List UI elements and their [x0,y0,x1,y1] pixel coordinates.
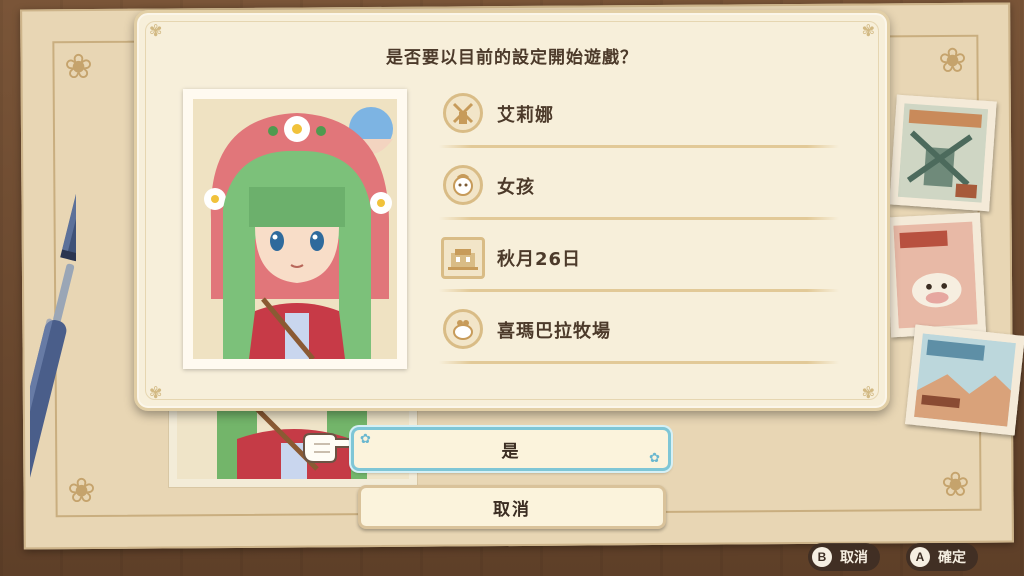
confirm-dialog: ✾ ✾ ✾ ✾ 是否要以目前的設定開始遊戲？ 艾莉娜 女孩 秋月26日 喜瑪巴拉… [134,10,890,411]
player-gender: 女孩 [497,177,535,198]
corner-flourish-icon: ✾ [149,21,163,40]
face-icon [443,165,483,205]
postage-stamp-windmill [889,94,997,212]
player-birthday: 秋月26日 [497,249,582,270]
sparkle-icon: ✿ [360,432,373,447]
corner-flourish-icon: ❀ [938,40,967,82]
dialog-title: 是否要以目前的設定開始遊戲？ [386,48,638,68]
yes-label: 是 [501,441,521,462]
row-divider [439,145,839,148]
info-row-gender: 女孩 [439,165,839,220]
postage-stamp-cow [884,212,987,338]
row-divider [439,289,839,292]
character-portrait-frame [183,89,407,369]
corner-flourish-icon: ✾ [861,21,875,40]
farm-name: 喜瑪巴拉牧場 [497,321,611,342]
corner-flourish-icon: ✾ [861,383,875,402]
b-button-icon: B [812,547,832,567]
postage-stamp-landscape [905,324,1024,436]
corner-flourish-icon: ❀ [64,46,93,88]
yes-button[interactable]: ✿ ✿ 是 [351,427,671,471]
cancel-label: 取消 [493,499,531,520]
b-cancel-hint[interactable]: B 取消 [808,543,880,571]
corner-flourish-icon: ❀ [941,464,970,506]
a-hint-label: 確定 [938,550,966,566]
farm-bag-icon [443,309,483,349]
row-divider [439,217,839,220]
info-row-birthday: 秋月26日 [439,237,839,292]
a-button-icon: A [910,547,930,567]
corner-flourish-icon: ✾ [149,383,163,402]
info-row-name: 艾莉娜 [439,93,839,148]
info-row-farm: 喜瑪巴拉牧場 [439,309,839,364]
sparkle-icon: ✿ [649,451,662,466]
a-confirm-hint[interactable]: A 確定 [906,543,978,571]
fountain-pen-icon [30,160,76,516]
windmill-icon [443,93,483,133]
b-hint-label: 取消 [840,550,868,566]
calendar-building-icon [441,237,485,279]
pointing-hand-cursor-icon [303,433,352,463]
character-portrait [193,99,397,359]
player-name: 艾莉娜 [497,105,554,126]
row-divider [439,361,839,364]
cancel-button[interactable]: 取消 [358,485,666,529]
